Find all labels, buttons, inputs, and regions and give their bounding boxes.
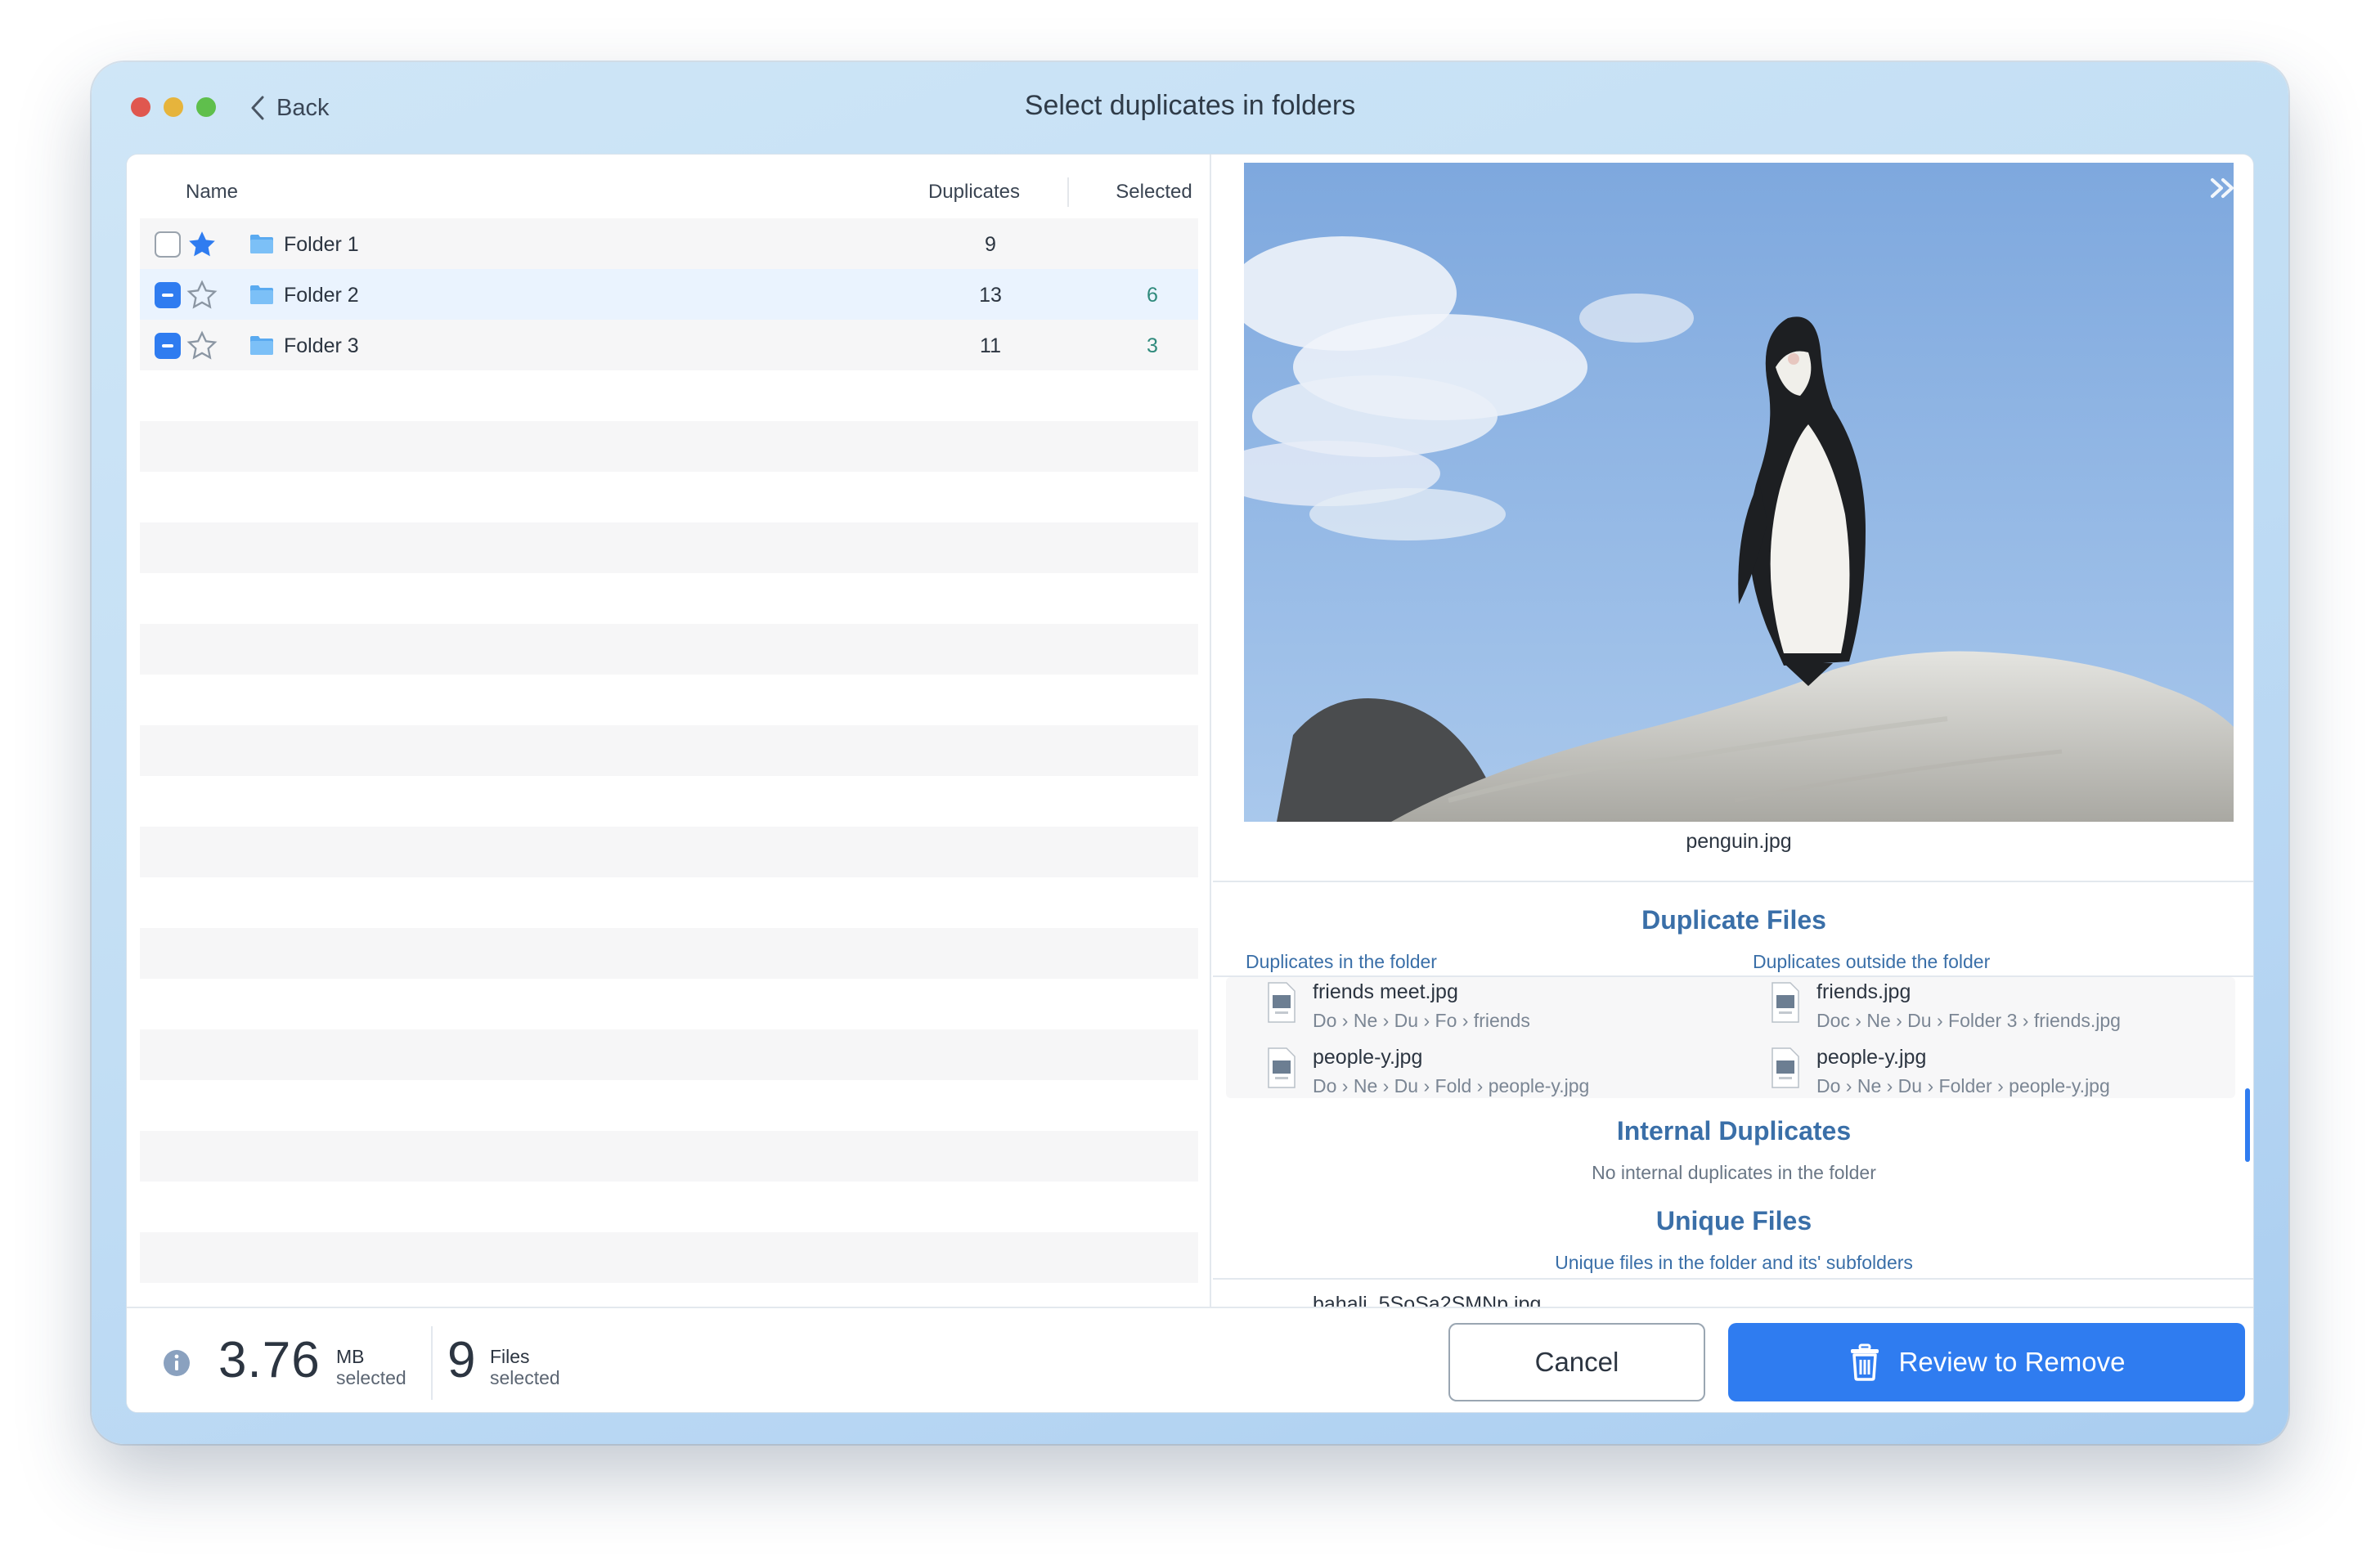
column-header-name[interactable]: Name <box>186 181 238 204</box>
empty-row <box>140 1182 1198 1232</box>
review-to-remove-button[interactable]: Review to Remove <box>1728 1323 2245 1401</box>
table-body: Folder 1 9 Folder 2 13 6 Folder 3 11 3 <box>140 218 1198 1384</box>
duplicates-count: 9 <box>985 233 996 256</box>
unique-files-title: Unique Files <box>1655 1206 1812 1235</box>
folder-name: Folder 1 <box>284 233 359 256</box>
cancel-button-label: Cancel <box>1534 1347 1619 1377</box>
selected-files-label: selected <box>490 1367 560 1388</box>
list-item[interactable]: people-y.jpg Do › Ne › Du › Fold › peopl… <box>1267 1046 1725 1103</box>
selected-size-label: selected <box>336 1367 406 1388</box>
footer-bar: 3.76 MB selected 9 Files selected Cancel… <box>127 1307 2253 1412</box>
file-name: friends meet.jpg <box>1313 980 1458 1003</box>
list-item[interactable]: friends meet.jpg Do › Ne › Du › Fo › fri… <box>1267 980 1725 1038</box>
column-header-selected[interactable]: Selected <box>1075 181 1233 204</box>
star-outline-icon[interactable] <box>186 279 218 312</box>
table-row[interactable]: Folder 1 9 <box>140 218 1198 269</box>
table-row[interactable]: Folder 2 13 6 <box>140 269 1198 320</box>
folder-name: Folder 2 <box>284 284 359 307</box>
empty-row <box>140 370 1198 421</box>
empty-row <box>140 1029 1198 1080</box>
info-icon[interactable] <box>163 1349 191 1377</box>
file-name: people-y.jpg <box>1816 1046 1927 1069</box>
selected-size-unit: MB <box>336 1346 365 1367</box>
duplicate-files-list: friends meet.jpg Do › Ne › Du › Fo › fri… <box>1226 977 2235 1098</box>
unique-files-message: Unique files in the folder and its' subf… <box>1555 1252 1913 1273</box>
selected-files-value: 9 <box>447 1332 476 1388</box>
file-name: people-y.jpg <box>1313 1046 1423 1069</box>
empty-row <box>140 928 1198 979</box>
empty-row <box>140 1131 1198 1182</box>
empty-row <box>140 421 1198 472</box>
image-file-icon <box>1772 982 1799 1023</box>
cancel-button[interactable]: Cancel <box>1448 1323 1705 1401</box>
empty-row <box>140 573 1198 624</box>
preview-image <box>1244 163 2234 822</box>
folder-table: Name Duplicates Selected Folder 1 9 Fold… <box>127 155 1211 1384</box>
empty-row <box>140 725 1198 776</box>
details-scrollbar[interactable] <box>2245 1088 2250 1162</box>
column-header-duplicates[interactable]: Duplicates <box>896 181 1053 204</box>
trash-icon <box>1850 1343 1879 1381</box>
main-content: Name Duplicates Selected Folder 1 9 Fold… <box>126 154 2254 1413</box>
column-separator <box>1067 177 1069 207</box>
details-pane: penguin.jpg Duplicate Files Duplicates i… <box>1213 155 2253 1307</box>
empty-row <box>140 472 1198 522</box>
duplicates-count: 13 <box>979 284 1002 307</box>
empty-row <box>140 877 1198 928</box>
duplicates-count: 11 <box>980 334 1001 357</box>
folder-icon <box>250 285 273 304</box>
selected-count: 6 <box>1147 284 1158 307</box>
star-filled-icon[interactable] <box>186 228 218 261</box>
file-path: Doc › Ne › Du › Folder 3 › friends.jpg <box>1816 1010 2121 1031</box>
window-title: Select duplicates in folders <box>1024 90 1356 121</box>
star-outline-icon[interactable] <box>186 330 218 362</box>
internal-duplicates-message: No internal duplicates in the folder <box>1592 1162 1876 1183</box>
review-to-remove-label: Review to Remove <box>1898 1347 2126 1377</box>
list-item[interactable]: people-y.jpg Do › Ne › Du › Folder › peo… <box>1771 1046 2229 1103</box>
table-header: Name Duplicates Selected <box>127 155 1210 225</box>
table-row[interactable]: Folder 3 11 3 <box>140 320 1198 370</box>
image-file-icon <box>1772 1047 1799 1088</box>
divider <box>1213 1278 2253 1280</box>
duplicate-files-title: Duplicate Files <box>1641 905 1826 935</box>
selected-size-value: 3.76 <box>218 1332 321 1388</box>
app-window: Back Select duplicates in folders Name D… <box>92 62 2288 1444</box>
file-path: Do › Ne › Du › Fo › friends <box>1313 1010 1530 1031</box>
list-item[interactable]: friends.jpg Doc › Ne › Du › Folder 3 › f… <box>1771 980 2229 1038</box>
selected-count: 3 <box>1147 334 1158 357</box>
image-file-icon <box>1268 982 1296 1023</box>
empty-row <box>140 827 1198 877</box>
duplicates-outside-folder-label: Duplicates outside the folder <box>1753 951 1991 972</box>
file-name: friends.jpg <box>1816 980 1911 1003</box>
folder-icon <box>250 336 273 355</box>
empty-row <box>140 1080 1198 1131</box>
divider <box>1213 881 2253 882</box>
empty-row <box>140 675 1198 725</box>
expand-icon[interactable] <box>2207 176 2240 200</box>
selected-files-unit: Files <box>490 1346 530 1367</box>
file-path: Do › Ne › Du › Folder › people-y.jpg <box>1816 1075 2110 1096</box>
folder-checkbox[interactable] <box>155 333 181 359</box>
empty-row <box>140 776 1198 827</box>
preview-filename: penguin.jpg <box>1686 830 1792 853</box>
internal-duplicates-title: Internal Duplicates <box>1616 1116 1852 1146</box>
folder-name: Folder 3 <box>284 334 359 357</box>
list-item[interactable]: bahali_5SoSa2SMNp.jpg <box>1267 1293 1725 1307</box>
file-path: Do › Ne › Du › Fold › people-y.jpg <box>1313 1075 1590 1096</box>
footer-separator <box>431 1326 433 1400</box>
folder-checkbox[interactable] <box>155 231 181 258</box>
empty-row <box>140 1232 1198 1283</box>
empty-row <box>140 979 1198 1029</box>
folder-icon <box>250 235 273 253</box>
duplicates-in-folder-label: Duplicates in the folder <box>1246 951 1437 972</box>
empty-row <box>140 624 1198 675</box>
empty-row <box>140 522 1198 573</box>
folder-checkbox[interactable] <box>155 282 181 308</box>
file-name: bahali_5SoSa2SMNp.jpg <box>1313 1293 1542 1307</box>
image-file-icon <box>1268 1047 1296 1088</box>
